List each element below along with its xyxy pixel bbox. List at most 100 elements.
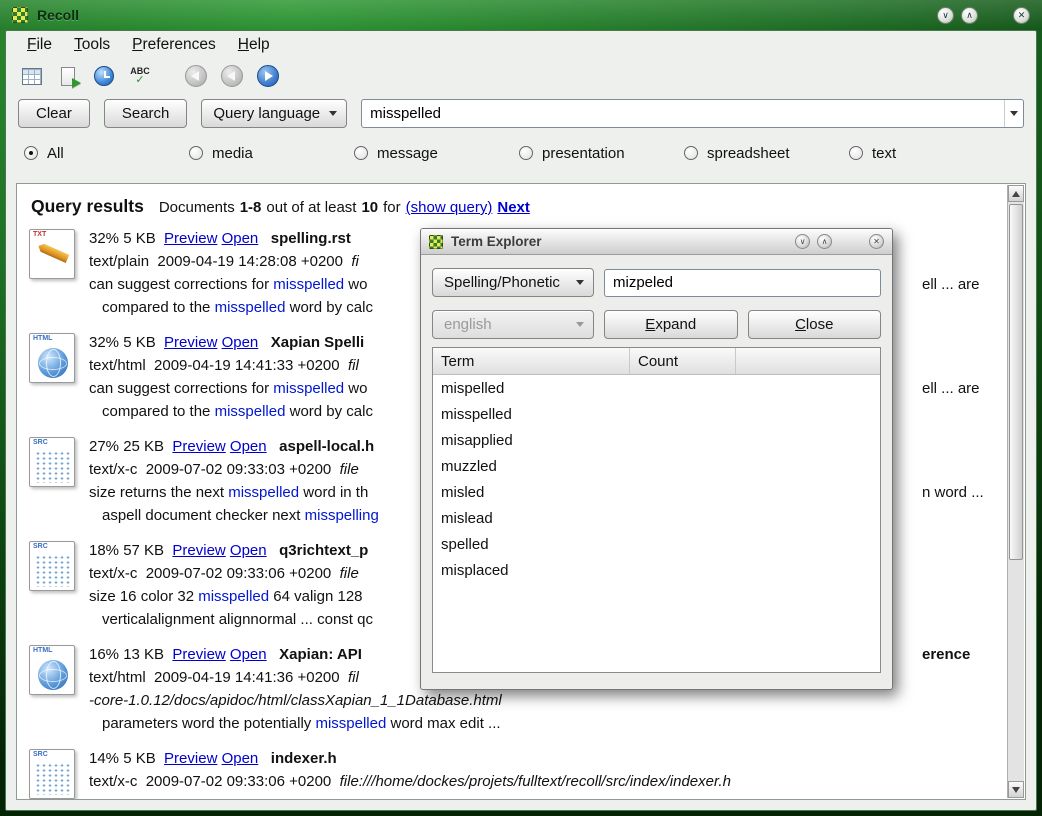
filter-all[interactable]: All [24, 145, 189, 162]
term-input[interactable] [605, 270, 880, 296]
file-type-label: SRC [33, 439, 48, 446]
open-link[interactable]: Open [222, 230, 259, 247]
snippet-text: word in th [299, 484, 368, 501]
expand-button[interactable]: Expand [604, 310, 738, 339]
scroll-down-button[interactable] [1008, 781, 1024, 798]
snippet-text: verticalalignment alignnormal ... const … [102, 611, 373, 628]
result-score-size: 14% 5 KB [89, 750, 164, 767]
term-mode-select[interactable]: Spelling/Phonetic [432, 268, 594, 297]
chevron-down-icon [576, 280, 584, 285]
menu-file[interactable]: File [16, 32, 63, 58]
result-score-size: 27% 25 KB [89, 438, 172, 455]
filter-presentation[interactable]: presentation [519, 145, 684, 162]
page-first-icon[interactable] [182, 62, 210, 90]
snippet-fragment: n word ... [922, 481, 984, 504]
dialog-close-window-button[interactable]: ✕ [869, 234, 884, 249]
result-snippet: compared to the misspelled word by calc [89, 296, 373, 319]
result-text: 18% 57 KB Preview Open q3richtext_ptext/… [89, 539, 373, 631]
search-button[interactable]: Search [104, 99, 188, 128]
preview-link[interactable]: Preview [164, 230, 217, 247]
filter-radio-group: Allmediamessagepresentationspreadsheette… [6, 135, 1036, 171]
dialog-shade-button[interactable]: ∨ [795, 234, 810, 249]
menu-preferences[interactable]: Preferences [121, 32, 227, 58]
snippet-text: wo [344, 380, 367, 397]
filter-text[interactable]: text [849, 145, 1014, 162]
circle-back-arrow-icon [185, 65, 207, 87]
results-title: Query results [31, 196, 144, 217]
term-cell: misapplied [441, 432, 513, 449]
terms-list: mispelledmisspelled misapplied muzzled misl… [433, 375, 880, 583]
dialog-unshade-button[interactable]: ∧ [817, 234, 832, 249]
preview-link[interactable]: Preview [172, 646, 225, 663]
snippet-text: parameters word the potentially [102, 715, 315, 732]
scrollbar-thumb[interactable] [1009, 204, 1023, 560]
filter-spreadsheet[interactable]: spreadsheet [684, 145, 849, 162]
column-header-term[interactable]: Term [433, 348, 630, 374]
open-link[interactable]: Open [222, 334, 259, 351]
open-link[interactable]: Open [230, 646, 267, 663]
term-explorer-icon[interactable]: ABC✓ [126, 62, 154, 90]
result-snippet: verticalalignment alignnormal ... const … [89, 608, 373, 631]
close-window-button[interactable]: ✕ [1013, 7, 1030, 24]
snippet-text: size returns the next [89, 484, 228, 501]
term-row[interactable]: muzzled [433, 453, 880, 479]
radio-icon [684, 146, 698, 160]
query-dropdown-button[interactable] [1004, 100, 1023, 127]
result-mime: text/plain [89, 253, 149, 270]
result-title: spelling.rst [271, 230, 351, 247]
save-search-icon[interactable] [54, 62, 82, 90]
column-header-count[interactable]: Count [630, 348, 736, 374]
filter-message[interactable]: message [354, 145, 519, 162]
dialog-titlebar[interactable]: Term Explorer ∨ ∧ ✕ [421, 229, 892, 255]
page-previous-icon[interactable] [218, 62, 246, 90]
page-next-icon[interactable] [254, 62, 282, 90]
term-row[interactable]: mispelled [433, 375, 880, 401]
main-window-titlebar[interactable]: Recoll ∨ ∧ ✕ [0, 0, 1042, 30]
html-file-icon: HTML [29, 645, 75, 695]
result-score-size: 32% 5 KB [89, 334, 164, 351]
result-mime: text/html [89, 357, 146, 374]
dialog-close-button[interactable]: Close [748, 310, 882, 339]
clear-button[interactable]: Clear [18, 99, 90, 128]
term-row[interactable]: spelled [433, 531, 880, 557]
history-icon[interactable] [90, 62, 118, 90]
snippet-text: 64 valign 128 [269, 588, 362, 605]
result-title: Xapian Spelli [271, 334, 364, 351]
term-row[interactable]: misled [433, 479, 880, 505]
term-row[interactable]: misplaced [433, 557, 880, 583]
filter-media[interactable]: media [189, 145, 354, 162]
highlight-term: misspelled [198, 588, 269, 605]
term-cell: misled [441, 484, 484, 501]
preview-link[interactable]: Preview [164, 750, 217, 767]
term-row[interactable]: misapplied [433, 427, 880, 453]
term-row[interactable]: mislead [433, 505, 880, 531]
shade-button[interactable]: ∨ [937, 7, 954, 24]
circle-forward-arrow-icon [257, 65, 279, 87]
query-mode-label: Query language [213, 105, 320, 122]
highlight-term: misspelled [215, 299, 286, 316]
preview-link[interactable]: Preview [172, 438, 225, 455]
punch-dots-icon [35, 763, 71, 795]
next-page-link[interactable]: Next [497, 199, 530, 216]
show-query-link[interactable]: (show query) [406, 199, 493, 216]
menubar: FileToolsPreferencesHelp [6, 31, 1036, 59]
term-row[interactable]: misspelled [433, 401, 880, 427]
open-link[interactable]: Open [222, 750, 259, 767]
snippet-text: word by calc [285, 299, 373, 316]
open-link[interactable]: Open [230, 438, 267, 455]
scroll-up-button[interactable] [1008, 185, 1024, 202]
results-scrollbar[interactable] [1007, 185, 1024, 798]
open-link[interactable]: Open [230, 542, 267, 559]
unshade-button[interactable]: ∧ [961, 7, 978, 24]
punch-dots-icon [35, 451, 71, 483]
preview-link[interactable]: Preview [164, 334, 217, 351]
summary-for: for [383, 199, 401, 216]
menu-help[interactable]: Help [227, 32, 281, 58]
clear-search-icon[interactable] [18, 62, 46, 90]
query-mode-select[interactable]: Query language [201, 99, 347, 128]
result-mime: text/html [89, 669, 146, 686]
preview-link[interactable]: Preview [172, 542, 225, 559]
search-input[interactable] [362, 105, 1004, 122]
search-bar: Clear Search Query language [6, 96, 1036, 130]
menu-tools[interactable]: Tools [63, 32, 121, 58]
